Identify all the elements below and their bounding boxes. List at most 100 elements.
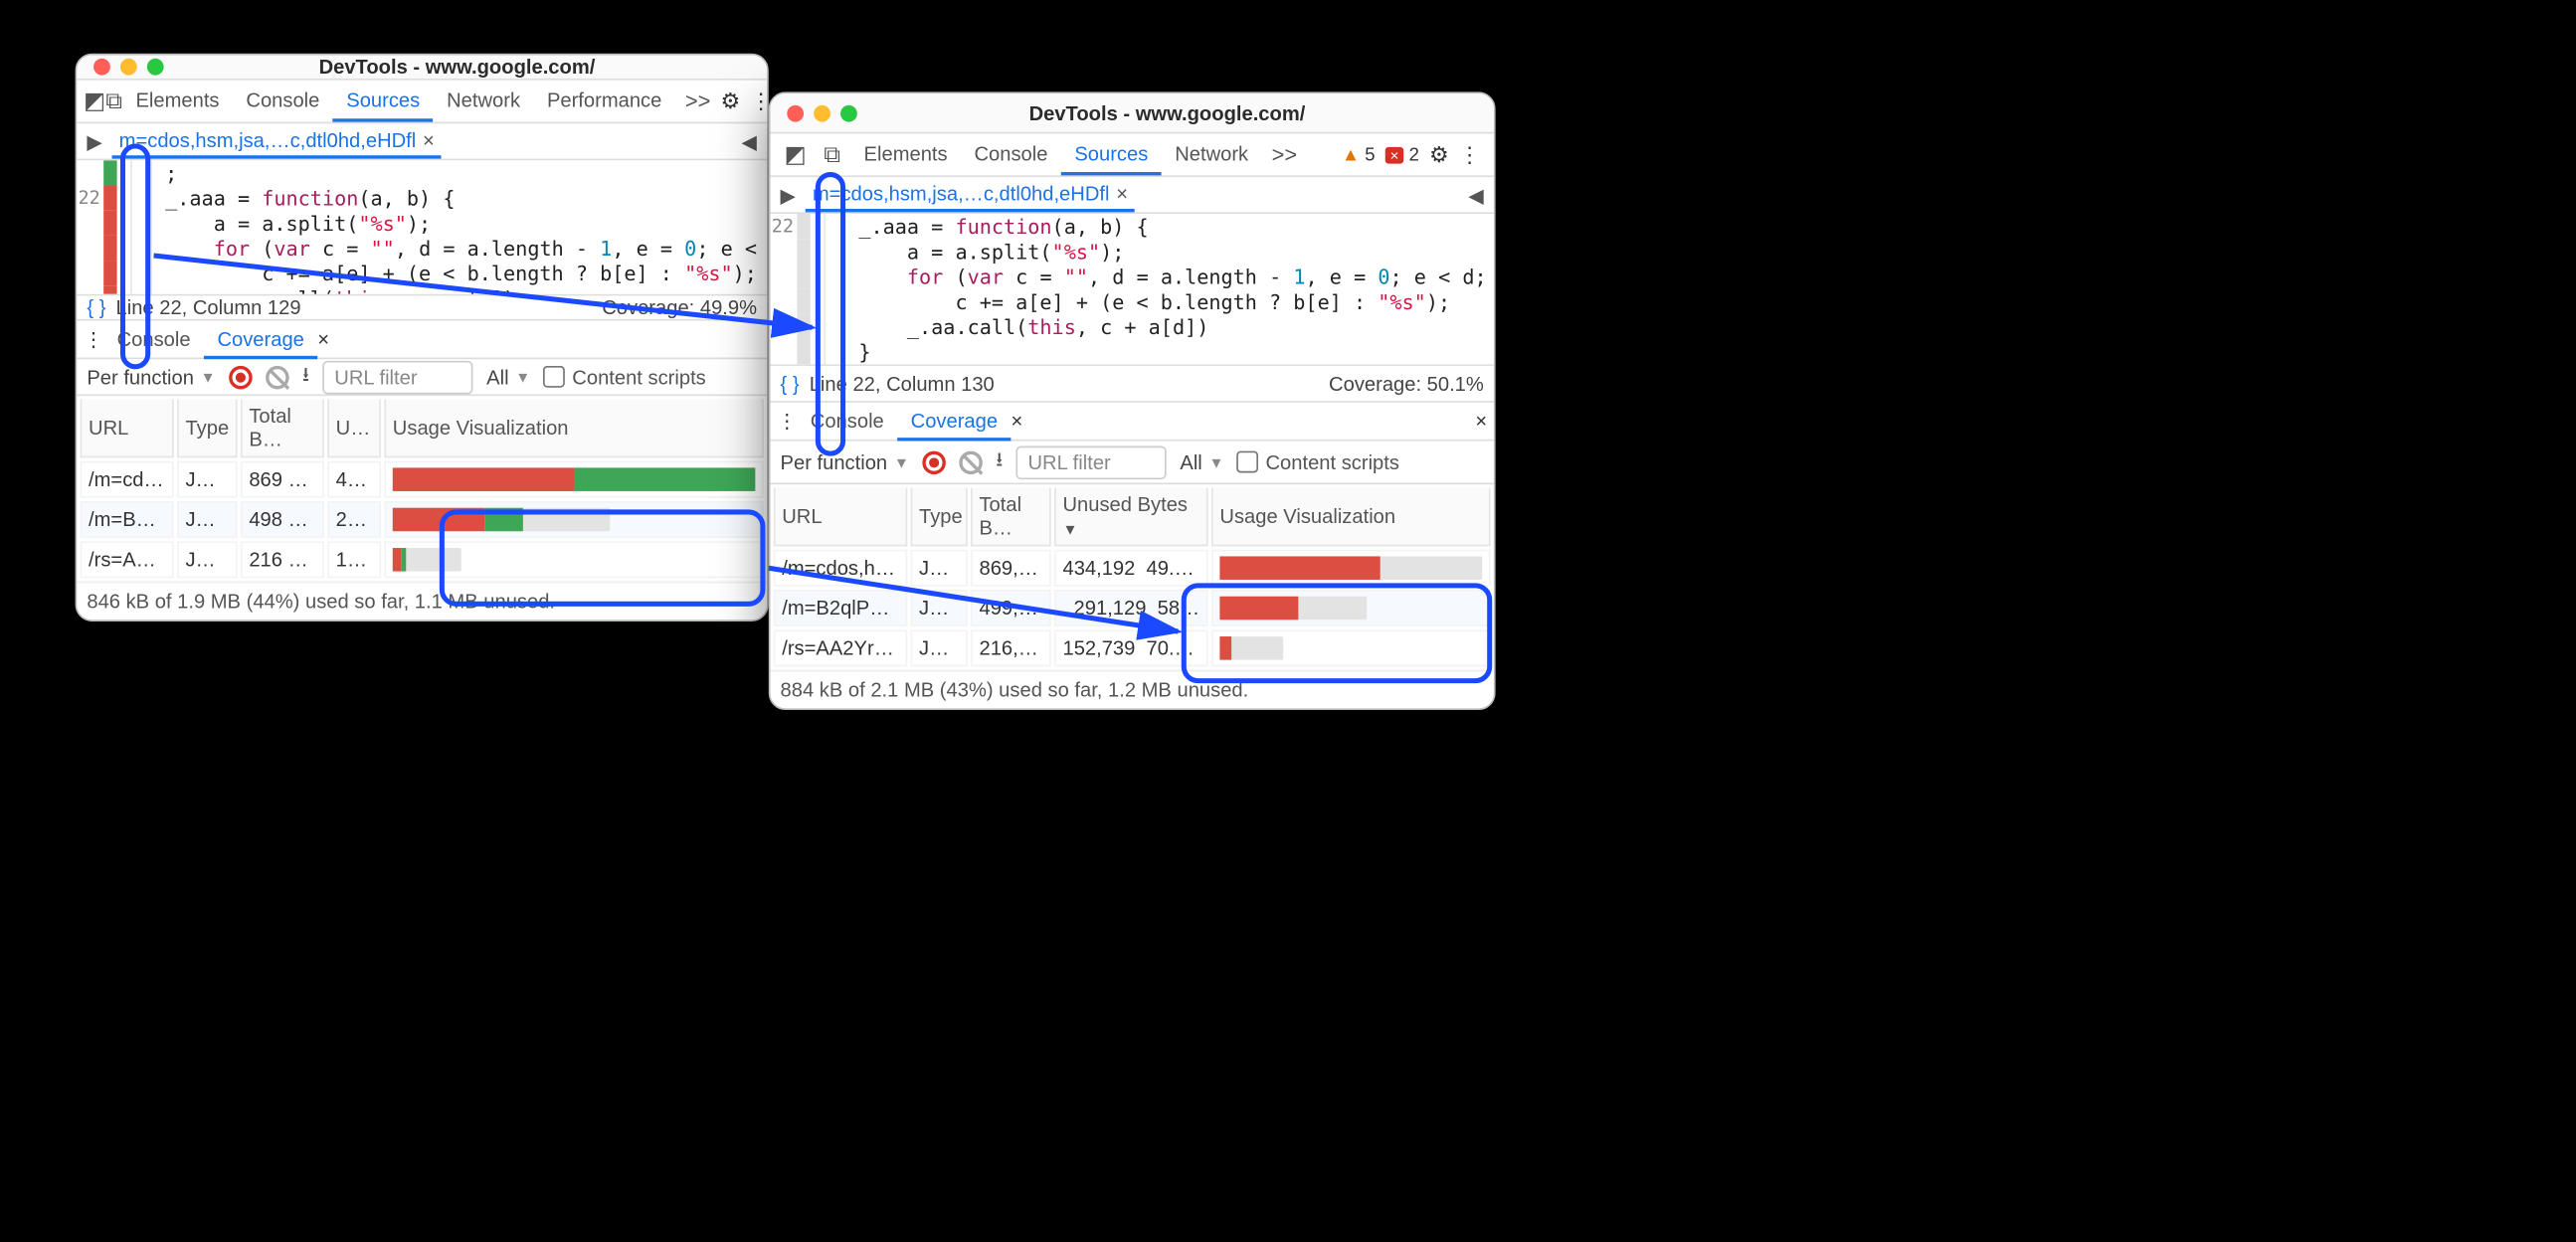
titlebar: DevTools - www.google.com/ xyxy=(77,55,767,80)
tab-elements[interactable]: Elements xyxy=(850,133,961,175)
th-viz[interactable]: Usage Visualization xyxy=(1211,488,1491,547)
window-title: DevTools - www.google.com/ xyxy=(164,55,751,79)
show-sidebar-icon[interactable]: ◀ xyxy=(1458,183,1494,207)
cursor-position: Line 22, Column 130 xyxy=(810,372,995,396)
pretty-print-icon[interactable]: { } xyxy=(87,295,105,319)
code-editor[interactable]: 22 ; _.aaa = function(a, b) { a = a.spli… xyxy=(77,160,767,293)
show-sidebar-icon[interactable]: ◀ xyxy=(731,129,767,153)
pretty-print-icon[interactable]: { } xyxy=(781,372,800,396)
drawer-tab-coverage[interactable]: Coverage xyxy=(897,402,1011,441)
titlebar: DevTools - www.google.com/ xyxy=(770,93,1493,133)
tab-performance[interactable]: Performance xyxy=(533,81,674,122)
tab-console[interactable]: Console xyxy=(961,133,1061,175)
type-filter-select[interactable]: All▼ xyxy=(486,365,530,389)
tab-sources[interactable]: Sources xyxy=(333,81,434,122)
th-total[interactable]: Total B… xyxy=(241,400,324,458)
status-bar: { } Line 22, Column 130 Coverage: 50.1% xyxy=(770,364,1493,401)
th-url[interactable]: URL xyxy=(774,488,907,547)
kebab-icon[interactable]: ⋮ xyxy=(750,88,769,114)
main-tabs: ◩ ⧉ Elements Console Sources Network Per… xyxy=(77,81,767,124)
file-bar: ▶ m=cdos,hsm,jsa,…c,dtl0hd,eHDfl× ◀ xyxy=(770,177,1493,214)
inspect-icon[interactable]: ◩ xyxy=(84,87,105,115)
url-filter-input[interactable]: URL filter xyxy=(1016,445,1167,479)
more-tabs[interactable]: >> xyxy=(1262,142,1308,167)
th-viz[interactable]: Usage Visualization xyxy=(384,400,763,458)
th-unused[interactable]: Unused Bytes xyxy=(1054,488,1208,547)
tab-network[interactable]: Network xyxy=(434,81,534,122)
close-drawer-icon[interactable]: × xyxy=(1475,410,1487,434)
export-icon[interactable]: ⭳ xyxy=(996,444,1003,479)
show-navigator-icon[interactable]: ▶ xyxy=(770,183,806,207)
content-scripts-checkbox[interactable] xyxy=(544,366,566,388)
table-row[interactable]: /rs=AA2YrTsJS (…216 877155 … xyxy=(81,541,764,578)
window-title: DevTools - www.google.com/ xyxy=(857,101,1477,125)
more-tabs[interactable]: >> xyxy=(675,89,721,113)
th-url[interactable]: URL xyxy=(81,400,174,458)
clear-button[interactable] xyxy=(959,450,983,474)
code-editor[interactable]: 22 _.aaa = function(a, b) { a = a.split(… xyxy=(770,214,1493,364)
coverage-gutter xyxy=(797,214,810,364)
gear-icon[interactable]: ⚙ xyxy=(720,88,740,114)
minimize-button[interactable] xyxy=(120,59,137,76)
export-icon[interactable]: ⭳ xyxy=(302,359,309,394)
table-row[interactable]: /rs=AA2YrTsw5JS (…216,877152,739 70.4% xyxy=(774,629,1491,666)
device-icon[interactable]: ⧉ xyxy=(105,87,122,115)
drawer-tab-coverage[interactable]: Coverage xyxy=(204,320,317,359)
record-button[interactable] xyxy=(229,365,253,389)
device-icon[interactable]: ⧉ xyxy=(814,140,850,169)
url-filter-input[interactable]: URL filter xyxy=(323,360,473,394)
tab-sources[interactable]: Sources xyxy=(1061,133,1162,175)
maximize-button[interactable] xyxy=(147,59,164,76)
th-unused[interactable]: U… xyxy=(327,400,381,458)
drawer-kebab-icon[interactable]: ⋮ xyxy=(84,327,103,351)
tab-console[interactable]: Console xyxy=(233,81,333,122)
file-tab[interactable]: m=cdos,hsm,jsa,…c,dtl0hd,eHDfl× xyxy=(112,123,442,158)
close-button[interactable] xyxy=(787,104,804,121)
close-file-icon[interactable]: × xyxy=(423,128,435,152)
table-row[interactable]: /m=cdos,hsm,jJS (…869,281434,192 49.9% xyxy=(774,550,1491,587)
drawer-tab-console[interactable]: Console xyxy=(103,320,204,359)
cursor-position: Line 22, Column 129 xyxy=(116,295,301,319)
line-number: 22 xyxy=(770,214,794,239)
th-type[interactable]: Type xyxy=(911,488,968,547)
show-navigator-icon[interactable]: ▶ xyxy=(77,129,112,153)
table-row[interactable]: /m=B2qlPe,DhlJS (…499,102291,129 58… xyxy=(774,590,1491,626)
minimize-button[interactable] xyxy=(814,104,830,121)
coverage-percent: Coverage: 50.1% xyxy=(1329,372,1484,396)
drawer-tab-console[interactable]: Console xyxy=(797,402,897,441)
file-bar: ▶ m=cdos,hsm,jsa,…c,dtl0hd,eHDfl× ◀ xyxy=(77,123,767,160)
content-scripts-checkbox[interactable] xyxy=(1237,451,1259,473)
record-button[interactable] xyxy=(922,450,946,474)
coverage-toolbar: Per function▼ ⭳ URL filter All▼ Content … xyxy=(770,442,1493,485)
close-drawer-tab-icon[interactable]: × xyxy=(317,327,329,351)
coverage-mode-select[interactable]: Per function▼ xyxy=(781,450,909,474)
code-text: _.aaa = function(a, b) { a = a.split("%s… xyxy=(811,214,1494,364)
devtools-window-left: DevTools - www.google.com/ ◩ ⧉ Elements … xyxy=(76,54,769,621)
clear-button[interactable] xyxy=(266,365,289,389)
code-text: ; _.aaa = function(a, b) { a = a.split("… xyxy=(117,160,768,293)
drawer-tabs: ⋮ Console Coverage × × xyxy=(770,401,1493,441)
error-badge[interactable]: ×2 xyxy=(1385,144,1419,164)
tab-network[interactable]: Network xyxy=(1162,133,1262,175)
status-bar: { } Line 22, Column 129 Coverage: 49.9% xyxy=(77,294,767,319)
maximize-button[interactable] xyxy=(840,104,857,121)
close-drawer-tab-icon[interactable]: × xyxy=(1012,410,1023,434)
warning-badge[interactable]: ▲5 xyxy=(1342,144,1376,164)
close-file-icon[interactable]: × xyxy=(1116,182,1128,206)
coverage-toolbar: Per function▼ ⭳ URL filter All▼ Content … xyxy=(77,359,767,396)
coverage-mode-select[interactable]: Per function▼ xyxy=(87,365,215,389)
inspect-icon[interactable]: ◩ xyxy=(777,140,814,169)
table-row[interactable]: /m=B2qlPe,JS (…498 764293 … xyxy=(81,501,764,538)
file-tab[interactable]: m=cdos,hsm,jsa,…c,dtl0hd,eHDfl× xyxy=(806,177,1135,212)
coverage-gutter xyxy=(103,160,116,293)
table-row[interactable]: /m=cdos,hsJS (…869 281435 … xyxy=(81,461,764,498)
th-total[interactable]: Total B… xyxy=(971,488,1051,547)
gear-icon[interactable]: ⚙ xyxy=(1429,141,1449,168)
drawer-kebab-icon[interactable]: ⋮ xyxy=(777,410,797,434)
tab-elements[interactable]: Elements xyxy=(122,81,233,122)
drawer-tabs: ⋮ Console Coverage × xyxy=(77,319,767,359)
kebab-icon[interactable]: ⋮ xyxy=(1459,141,1481,168)
type-filter-select[interactable]: All▼ xyxy=(1180,450,1223,474)
close-button[interactable] xyxy=(93,59,110,76)
th-type[interactable]: Type xyxy=(177,400,237,458)
